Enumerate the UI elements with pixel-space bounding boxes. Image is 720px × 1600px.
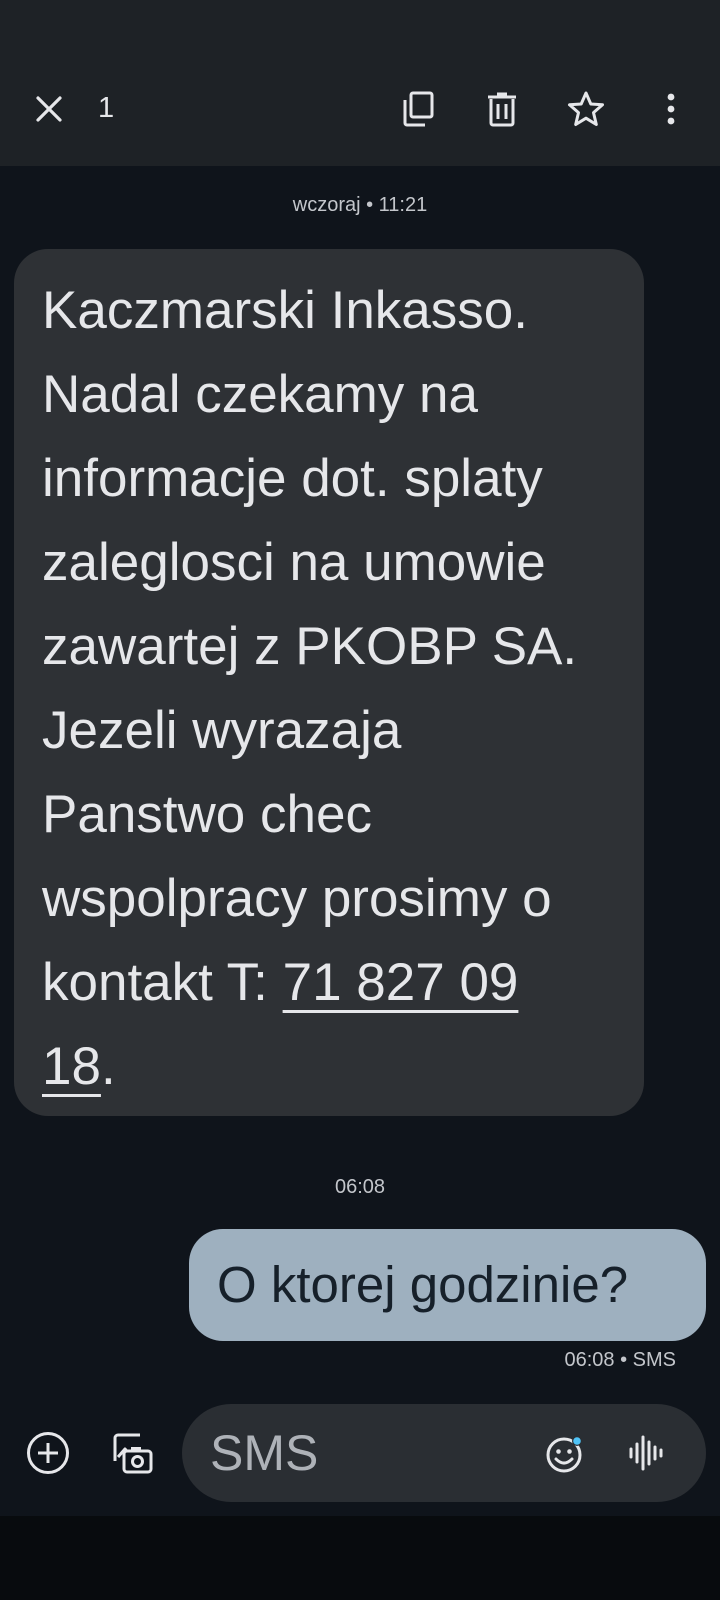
outgoing-message-text: O ktorej godzinie? — [217, 1256, 629, 1313]
incoming-timestamp: wczoraj • 11:21 — [292, 194, 428, 216]
more-options-button[interactable] — [647, 85, 695, 133]
more-vert-icon — [666, 93, 676, 125]
voice-message-button[interactable] — [622, 1429, 670, 1477]
star-icon — [567, 91, 605, 127]
status-bar — [0, 0, 720, 56]
outgoing-timestamp: 06:08 — [334, 1176, 386, 1198]
emoji-button[interactable] — [540, 1430, 588, 1478]
selected-count: 1 — [98, 92, 115, 124]
sms-input[interactable] — [210, 1418, 530, 1488]
star-button[interactable] — [562, 85, 610, 133]
add-attachment-button[interactable] — [24, 1429, 72, 1477]
delete-button[interactable] — [478, 85, 526, 133]
copy-button[interactable] — [394, 85, 442, 133]
outgoing-message-meta: 06:08 • SMS — [564, 1349, 676, 1371]
outgoing-message-bubble[interactable]: O ktorej godzinie? — [189, 1229, 706, 1341]
selection-toolbar: 1 — [0, 56, 720, 166]
delete-icon — [486, 91, 518, 127]
message-composer — [182, 1404, 706, 1502]
incoming-message-end: . — [100, 1037, 116, 1096]
gallery-icon — [110, 1431, 154, 1475]
incoming-message-text: Kaczmarski Inkasso. Nadal czekamy na inf… — [42, 281, 578, 1012]
gallery-button[interactable] — [108, 1429, 156, 1477]
incoming-message-bubble[interactable]: Kaczmarski Inkasso. Nadal czekamy na inf… — [14, 249, 644, 1116]
close-icon — [34, 94, 64, 124]
copy-icon — [401, 91, 435, 127]
emoji-icon — [544, 1434, 584, 1474]
voice-waveform-icon — [628, 1434, 664, 1472]
system-navigation-bar — [0, 1516, 720, 1600]
close-selection-button[interactable] — [25, 85, 73, 133]
add-circle-icon — [26, 1431, 70, 1475]
